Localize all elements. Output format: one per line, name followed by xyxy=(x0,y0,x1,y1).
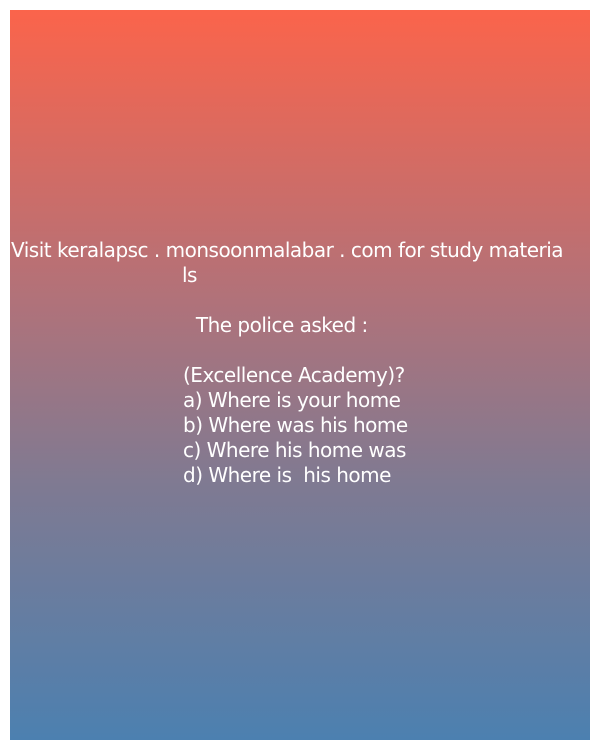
promo-text-line-2: ls xyxy=(182,263,197,287)
option-c: c) Where his home was xyxy=(183,438,406,462)
option-d: d) Where is his home xyxy=(183,463,391,487)
option-b: b) Where was his home xyxy=(183,413,408,437)
source-text: (Excellence Academy)? xyxy=(183,363,405,387)
option-a: a) Where is your home xyxy=(183,388,401,412)
gradient-card: Visit keralapsc . monsoonmalabar . com f… xyxy=(10,10,590,740)
promo-text-line-1: Visit keralapsc . monsoonmalabar . com f… xyxy=(11,238,564,262)
question-text: The police asked : xyxy=(190,313,368,337)
